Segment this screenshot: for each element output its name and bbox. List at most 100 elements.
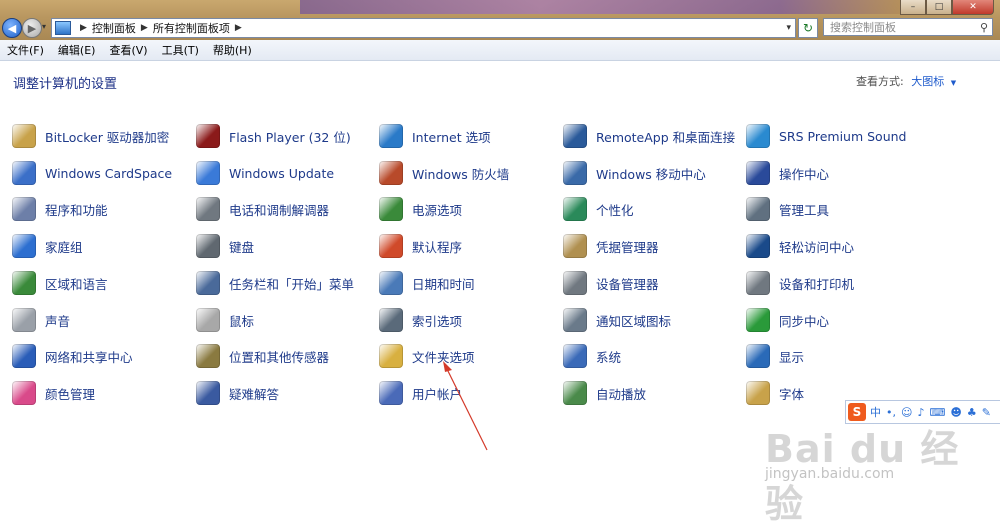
control-panel-item-icon: [563, 308, 587, 332]
refresh-button[interactable]: ↻: [798, 18, 818, 38]
breadcrumb-separator-icon[interactable]: ▶: [80, 23, 87, 33]
search-input[interactable]: 搜索控制面板 ⚲: [823, 18, 993, 36]
keyboard-icon[interactable]: ⌨: [930, 406, 946, 419]
control-panel-item[interactable]: 操作中心: [746, 160, 829, 186]
control-panel-item[interactable]: 颜色管理: [12, 380, 95, 406]
ime-toolbar[interactable]: S 中 •, ☺ ♪ ⌨ ☻ ♣ ✎: [845, 400, 1000, 424]
maximize-button[interactable]: □: [926, 0, 952, 15]
menu-help[interactable]: 帮助(H): [206, 42, 259, 58]
control-panel-item[interactable]: 文件夹选项: [379, 343, 475, 369]
control-panel-item[interactable]: 电话和调制解调器: [196, 196, 329, 222]
control-panel-item[interactable]: 声音: [12, 307, 70, 333]
breadcrumb-separator-icon[interactable]: ▶: [141, 23, 148, 33]
control-panel-item-label: 字体: [779, 386, 805, 402]
control-panel-item[interactable]: RemoteApp 和桌面连接: [563, 123, 735, 149]
control-panel-item-label: 默认程序: [412, 239, 463, 255]
control-panel-item[interactable]: 疑难解答: [196, 380, 279, 406]
control-panel-item-icon: [379, 161, 403, 185]
microphone-icon[interactable]: ♪: [917, 406, 924, 419]
control-panel-item[interactable]: 位置和其他传感器: [196, 343, 329, 369]
forward-button[interactable]: ▶: [22, 18, 42, 38]
control-panel-item[interactable]: 区域和语言: [12, 270, 108, 296]
control-panel-item-icon: [12, 197, 36, 221]
control-panel-item[interactable]: 个性化: [563, 196, 634, 222]
control-panel-item-icon: [563, 124, 587, 148]
control-panel-item-label: Windows 移动中心: [596, 166, 706, 182]
control-panel-item-label: 家庭组: [45, 239, 83, 255]
control-panel-item-label: Windows CardSpace: [45, 165, 173, 181]
menu-edit[interactable]: 编辑(E): [51, 42, 103, 58]
smile-icon[interactable]: ☺: [901, 406, 912, 419]
control-panel-item-label: 文件夹选项: [412, 349, 475, 365]
control-panel-item[interactable]: 网络和共享中心: [12, 343, 133, 369]
control-panel-item[interactable]: 自动播放: [563, 380, 646, 406]
control-panel-item-icon: [196, 161, 220, 185]
control-panel-item[interactable]: Windows 移动中心: [563, 160, 706, 186]
recent-pages-dropdown[interactable]: ▾: [42, 22, 46, 31]
control-panel-item-label: 通知区域图标: [596, 313, 672, 329]
address-dropdown-icon[interactable]: ▾: [786, 23, 791, 33]
user-icon[interactable]: ☻: [950, 406, 961, 419]
control-panel-item-label: 疑难解答: [229, 386, 280, 402]
control-panel-item[interactable]: 日期和时间: [379, 270, 475, 296]
close-button[interactable]: ✕: [952, 0, 994, 15]
menu-file[interactable]: 文件(F): [0, 42, 51, 58]
control-panel-item[interactable]: 通知区域图标: [563, 307, 671, 333]
control-panel-item[interactable]: 用户帐户: [379, 380, 462, 406]
control-panel-item-icon: [196, 197, 220, 221]
control-panel-item[interactable]: 默认程序: [379, 233, 462, 259]
punctuation-icon[interactable]: •,: [886, 406, 896, 419]
control-panel-item-icon: [379, 271, 403, 295]
address-bar[interactable]: ▶ 控制面板 ▶ 所有控制面板项 ▶ ▾: [51, 18, 796, 38]
breadcrumb-separator-icon[interactable]: ▶: [235, 23, 242, 33]
control-panel-item[interactable]: 索引选项: [379, 307, 462, 333]
control-panel-item[interactable]: 键盘: [196, 233, 254, 259]
control-panel-item-label: 显示: [779, 349, 805, 365]
view-by-dropdown[interactable]: 大图标: [911, 75, 944, 88]
wrench-icon[interactable]: ✎: [982, 406, 991, 419]
control-panel-item-icon: [12, 124, 36, 148]
arrow-right-icon: ▶: [27, 21, 37, 35]
control-panel-item-icon: [379, 381, 403, 405]
control-panel-item[interactable]: Flash Player (32 位): [196, 123, 351, 149]
shirt-icon[interactable]: ♣: [967, 406, 977, 419]
control-panel-item[interactable]: 字体: [746, 380, 804, 406]
control-panel-item[interactable]: SRS Premium Sound: [746, 123, 906, 149]
breadcrumb-all-items[interactable]: 所有控制面板项: [153, 20, 230, 36]
control-panel-item[interactable]: 程序和功能: [12, 196, 108, 222]
control-panel-item[interactable]: 任务栏和「开始」菜单: [196, 270, 354, 296]
chevron-down-icon[interactable]: ▼: [951, 79, 956, 87]
control-panel-item-icon: [12, 234, 36, 258]
control-panel-item[interactable]: BitLocker 驱动器加密: [12, 123, 169, 149]
control-panel-item[interactable]: 鼠标: [196, 307, 254, 333]
menu-view[interactable]: 查看(V): [102, 42, 154, 58]
control-panel-item[interactable]: Windows CardSpace: [12, 160, 172, 186]
search-icon[interactable]: ⚲: [980, 21, 988, 34]
control-panel-item[interactable]: 显示: [746, 343, 804, 369]
control-panel-item[interactable]: 轻松访问中心: [746, 233, 854, 259]
control-panel-item[interactable]: Windows Update: [196, 160, 334, 186]
menu-tools[interactable]: 工具(T): [155, 42, 206, 58]
control-panel-item[interactable]: Windows 防火墙: [379, 160, 509, 186]
control-panel-item[interactable]: 家庭组: [12, 233, 83, 259]
control-panel-item-label: 任务栏和「开始」菜单: [229, 276, 355, 292]
control-panel-item[interactable]: 设备管理器: [563, 270, 659, 296]
control-panel-item-icon: [12, 308, 36, 332]
control-panel-item-label: 日期和时间: [412, 276, 475, 292]
control-panel-item[interactable]: 设备和打印机: [746, 270, 854, 296]
control-panel-item[interactable]: 系统: [563, 343, 621, 369]
control-panel-item-icon: [196, 124, 220, 148]
control-panel-item-icon: [196, 381, 220, 405]
control-panel-item[interactable]: 电源选项: [379, 196, 462, 222]
control-panel-item[interactable]: 管理工具: [746, 196, 829, 222]
sogou-logo-icon[interactable]: S: [848, 403, 866, 421]
breadcrumb-control-panel[interactable]: 控制面板: [92, 20, 136, 36]
control-panel-item[interactable]: Internet 选项: [379, 123, 491, 149]
control-panel-item-label: 个性化: [596, 202, 634, 218]
view-by-label: 查看方式:: [856, 75, 904, 88]
control-panel-item[interactable]: 凭据管理器: [563, 233, 659, 259]
back-button[interactable]: ◀: [2, 18, 22, 38]
control-panel-item[interactable]: 同步中心: [746, 307, 829, 333]
ime-language[interactable]: 中: [870, 404, 881, 420]
minimize-button[interactable]: –: [900, 0, 926, 15]
